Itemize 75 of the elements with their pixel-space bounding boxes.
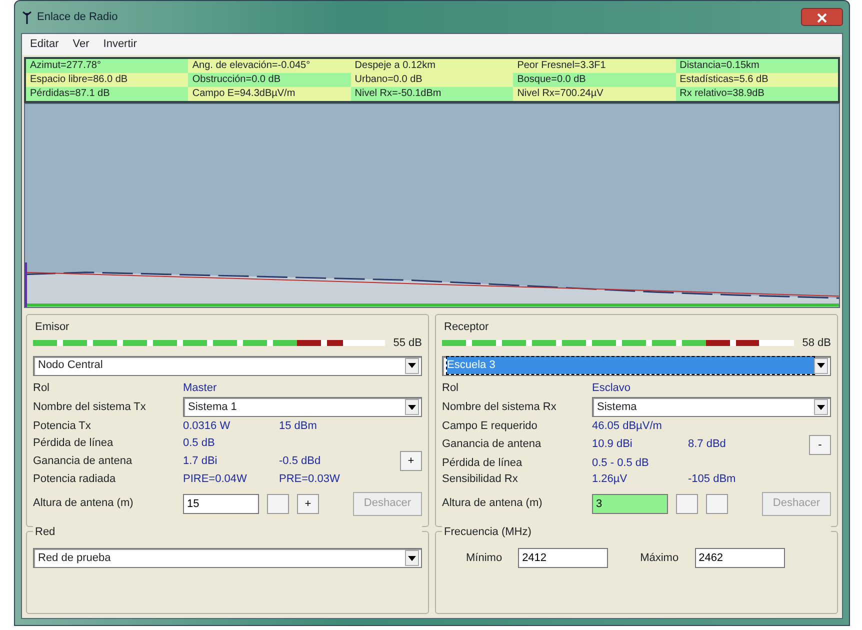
adjust-button[interactable]: + bbox=[400, 451, 422, 471]
field-label: Altura de antena (m) bbox=[442, 496, 544, 512]
blank-button[interactable] bbox=[676, 494, 698, 514]
summary-cell: Estadísticas=5.6 dB bbox=[676, 72, 838, 86]
field-value: -0.5 dBd bbox=[279, 454, 322, 469]
adjust-button[interactable]: - bbox=[809, 434, 831, 454]
menu-item[interactable]: Invertir bbox=[103, 36, 137, 52]
summary-cell: Despeje a 0.12km bbox=[350, 58, 514, 72]
window-title: Enlace de Radio bbox=[37, 10, 118, 25]
summary-cell: Rx relativo=38.9dB bbox=[676, 86, 838, 100]
field-label: Nombre del sistema Rx bbox=[442, 400, 558, 415]
field-label: Altura de antena (m) bbox=[33, 496, 134, 512]
group-title: Frecuencia (MHz) bbox=[442, 524, 831, 540]
field-value: 0.5 dB bbox=[183, 436, 216, 450]
height-field[interactable]: 3 bbox=[592, 494, 668, 514]
field-label: Rol bbox=[33, 380, 51, 396]
field-value: 10.9 dBi bbox=[592, 437, 634, 452]
dropdown-caret-icon[interactable] bbox=[814, 399, 828, 415]
field-label: Pérdida de línea bbox=[442, 456, 524, 470]
blank-button[interactable] bbox=[267, 494, 289, 514]
summary-cell: Pérdidas=87.1 dB bbox=[26, 86, 188, 100]
field-label: Mínimo bbox=[466, 550, 502, 566]
summary-cell: Bosque=0.0 dB bbox=[513, 72, 676, 86]
field-label: Nombre del sistema Tx bbox=[33, 400, 147, 415]
system-dropdown[interactable]: Sistema 1 bbox=[183, 397, 422, 417]
summary-cell: Urbano=0.0 dB bbox=[350, 72, 514, 86]
summary-cell: Espacio libre=86.0 dB bbox=[26, 72, 188, 86]
field-value: PIRE=0.04W bbox=[183, 472, 248, 487]
summary-cell: Campo E=94.3dBµV/m bbox=[188, 86, 351, 100]
dropdown-caret-icon[interactable] bbox=[405, 399, 419, 415]
field-label: Campo E requerido bbox=[442, 419, 538, 434]
summary-cell: Nivel Rx=700.24µV bbox=[513, 86, 676, 100]
summary-cell: Nivel Rx=-50.1dBm bbox=[350, 86, 514, 100]
field-value: 1.26µV bbox=[592, 472, 628, 487]
field-value: 8.7 dBd bbox=[688, 437, 727, 452]
field-value: 0.5 - 0.5 dB bbox=[592, 456, 650, 470]
field-label: Ganancia de antena bbox=[442, 437, 542, 452]
dropdown-caret-icon[interactable] bbox=[405, 550, 419, 566]
signal-reading: 55 dB bbox=[393, 336, 422, 351]
dropdown-caret-icon[interactable] bbox=[405, 358, 419, 374]
field-value: Master bbox=[183, 380, 218, 396]
signal-reading: 58 dB bbox=[802, 336, 831, 351]
field-value: -105 dBm bbox=[688, 472, 737, 487]
field-value: 0.0316 W bbox=[183, 419, 232, 434]
field-label: Sensibilidad Rx bbox=[442, 472, 519, 487]
field-value: Esclavo bbox=[592, 380, 632, 396]
field-label: Potencia radiada bbox=[33, 472, 117, 487]
field-label: Rol bbox=[442, 380, 460, 396]
close-icon bbox=[817, 12, 827, 23]
summary-cell: Distancia=0.15km bbox=[676, 58, 838, 72]
step-button[interactable] bbox=[706, 494, 728, 514]
network-dropdown[interactable]: Red de prueba bbox=[33, 548, 422, 568]
close-button[interactable] bbox=[801, 8, 843, 26]
field-value: 15 dBm bbox=[279, 419, 318, 434]
step-button[interactable]: + bbox=[297, 494, 319, 514]
summary-cell: Ang. de elevación=-0.045° bbox=[188, 58, 351, 72]
antenna-icon bbox=[21, 10, 33, 24]
field-value: 1.7 dBi bbox=[183, 454, 218, 469]
system-dropdown[interactable]: Sistema bbox=[592, 397, 831, 417]
summary-cell: Azimut=277.78° bbox=[26, 58, 188, 72]
field-value: 46.05 dBµV/m bbox=[592, 419, 663, 434]
summary-cell: Peor Fresnel=3.3F1 bbox=[513, 58, 676, 72]
field-label: Pérdida de línea bbox=[33, 436, 114, 450]
field-label: Potencia Tx bbox=[33, 419, 92, 434]
dropdown-caret-icon[interactable] bbox=[814, 358, 828, 374]
frequency-field[interactable]: 2462 bbox=[694, 548, 785, 568]
field-label: Máximo bbox=[640, 550, 679, 566]
height-field[interactable]: 15 bbox=[183, 494, 259, 514]
menu-item[interactable]: Ver bbox=[72, 36, 90, 52]
unit-dropdown[interactable]: Nodo Central bbox=[33, 356, 422, 376]
summary-cell: Obstrucción=0.0 dB bbox=[188, 72, 351, 86]
field-value: PRE=0.03W bbox=[279, 472, 341, 487]
menu-item[interactable]: Editar bbox=[30, 36, 59, 52]
field-label: Ganancia de antena bbox=[33, 454, 134, 469]
frequency-field[interactable]: 2412 bbox=[518, 548, 608, 568]
